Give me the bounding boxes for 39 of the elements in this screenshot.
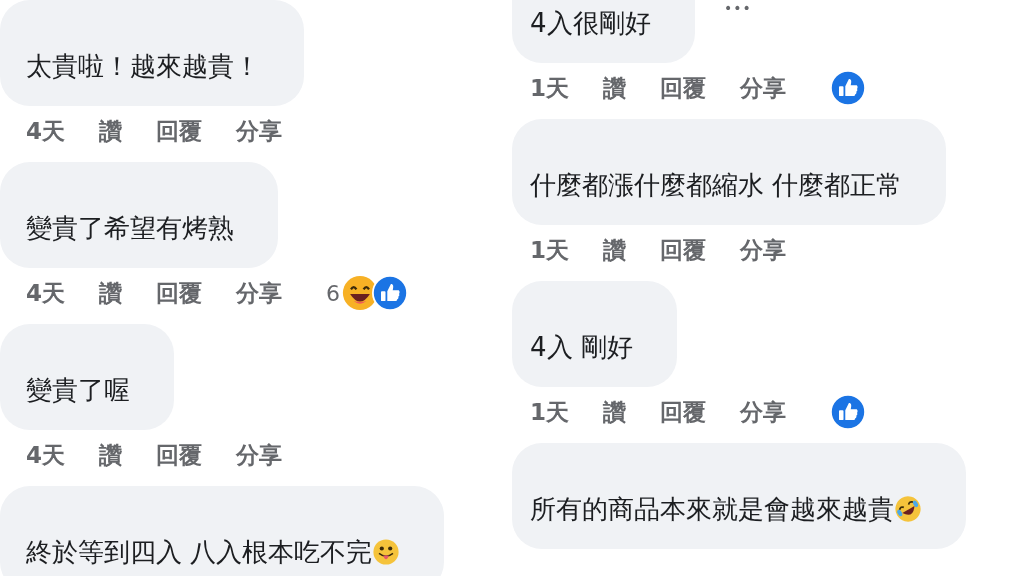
reply-link[interactable]: 回覆 xyxy=(660,234,706,266)
like-link[interactable]: 讚 xyxy=(603,234,626,266)
like-link[interactable]: 讚 xyxy=(603,72,626,104)
thumbs-up-icon xyxy=(830,394,866,430)
comment-text: 4入很剛好 xyxy=(530,7,651,40)
more-options-icon[interactable]: ••• xyxy=(724,0,752,16)
share-link[interactable]: 分享 xyxy=(740,72,786,104)
reply-link[interactable]: 回覆 xyxy=(156,439,202,471)
like-link[interactable]: 讚 xyxy=(99,439,122,471)
comment-text: 變貴了喔 xyxy=(26,374,130,407)
tongue-face-icon xyxy=(372,538,401,566)
reaction-count: 6 xyxy=(326,280,340,306)
comment-text: 變貴了希望有烤熟 xyxy=(26,212,234,245)
share-link[interactable]: 分享 xyxy=(236,277,282,309)
comment-time: 1天 xyxy=(530,73,569,103)
like-link[interactable]: 讚 xyxy=(99,115,122,147)
comment-text: 所有的商品本來就是會越來越貴 xyxy=(530,493,894,526)
reply-link[interactable]: 回覆 xyxy=(156,277,202,309)
comment-text: 終於等到四入 八入根本吃不完 xyxy=(26,536,373,569)
comment-time: 4天 xyxy=(26,440,65,470)
comment-time: 4天 xyxy=(26,278,65,308)
reply-link[interactable]: 回覆 xyxy=(660,396,706,428)
comment-text: 4入 剛好 xyxy=(530,331,633,364)
share-link[interactable]: 分享 xyxy=(236,439,282,471)
laughing-face-icon xyxy=(894,495,922,523)
share-link[interactable]: 分享 xyxy=(740,234,786,266)
share-link[interactable]: 分享 xyxy=(236,115,282,147)
like-link[interactable]: 讚 xyxy=(99,277,122,309)
comment-text: 什麼都漲什麼都縮水 什麼都正常 xyxy=(530,169,903,202)
reply-link[interactable]: 回覆 xyxy=(156,115,202,147)
comment-time: 1天 xyxy=(530,397,569,427)
share-link[interactable]: 分享 xyxy=(740,396,786,428)
reply-link[interactable]: 回覆 xyxy=(660,72,706,104)
comment-time: 1天 xyxy=(530,235,569,265)
thumbs-up-icon xyxy=(372,275,408,311)
thumbs-up-icon xyxy=(830,70,866,106)
comment-time: 4天 xyxy=(26,116,65,146)
like-link[interactable]: 讚 xyxy=(603,396,626,428)
comment-text: 太貴啦！越來越貴！ xyxy=(26,50,260,83)
